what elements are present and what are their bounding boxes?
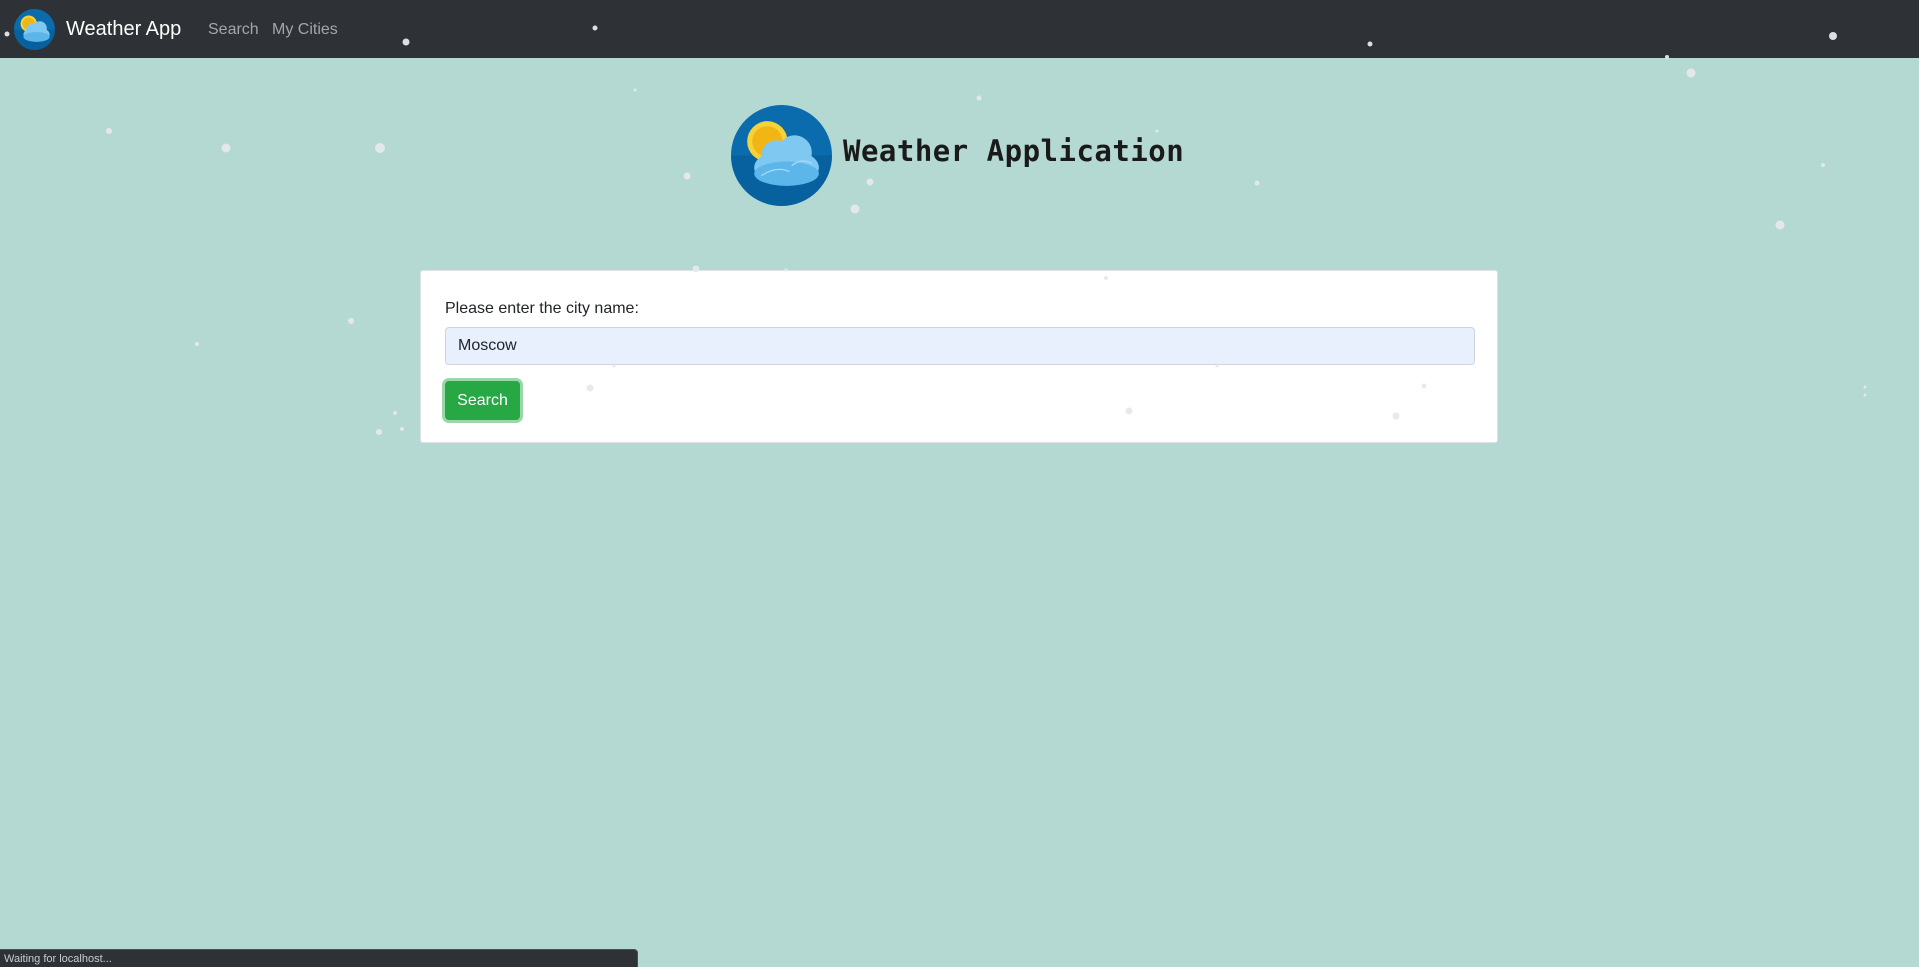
nav-link-my-cities[interactable]: My Cities <box>272 20 338 40</box>
top-navbar: Weather App Search My Cities <box>0 0 1919 58</box>
search-card: Please enter the city name: Search <box>420 270 1498 443</box>
weather-logo-icon[interactable] <box>14 9 55 50</box>
city-input-label: Please enter the city name: <box>445 300 639 317</box>
weather-hero-logo-icon <box>731 105 832 206</box>
search-button[interactable]: Search <box>445 381 520 420</box>
brand-link[interactable]: Weather App <box>66 17 181 41</box>
page-title: Weather Application <box>843 134 1185 168</box>
browser-status-bar: Waiting for localhost... <box>0 949 638 967</box>
city-search-input[interactable] <box>445 327 1475 365</box>
nav-link-search[interactable]: Search <box>208 20 259 40</box>
